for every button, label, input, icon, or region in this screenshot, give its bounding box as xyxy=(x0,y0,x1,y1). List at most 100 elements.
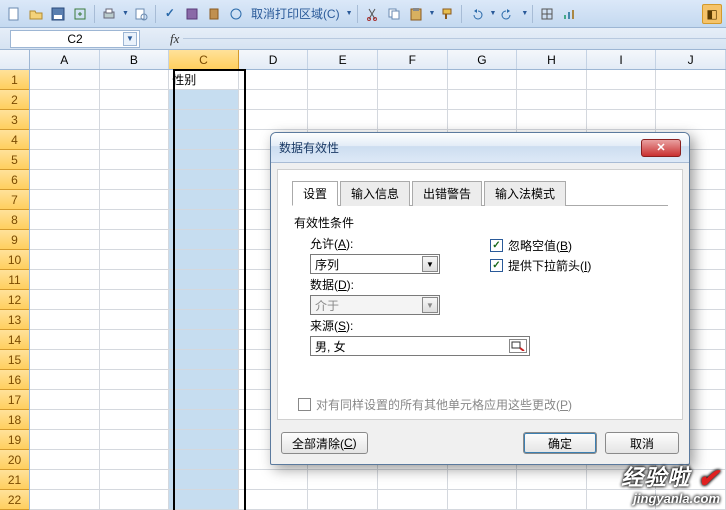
cell[interactable] xyxy=(169,470,239,490)
dropdown-arrow-icon[interactable]: ▼ xyxy=(429,10,436,17)
column-header[interactable]: C xyxy=(169,50,239,69)
new-icon[interactable] xyxy=(4,4,24,24)
copy-icon[interactable] xyxy=(384,4,404,24)
row-header[interactable]: 20 xyxy=(0,450,29,470)
cell[interactable] xyxy=(30,270,100,290)
cell[interactable] xyxy=(100,210,170,230)
dialog-titlebar[interactable]: 数据有效性 ✕ xyxy=(271,133,689,163)
cell[interactable] xyxy=(30,330,100,350)
row-header[interactable]: 4 xyxy=(0,130,29,150)
cell[interactable] xyxy=(169,290,239,310)
chevron-down-icon[interactable]: ▼ xyxy=(422,256,438,272)
cell[interactable] xyxy=(169,430,239,450)
name-box-dropdown-icon[interactable]: ▼ xyxy=(123,32,137,46)
cell[interactable] xyxy=(169,210,239,230)
cell[interactable] xyxy=(169,90,239,110)
cell[interactable] xyxy=(30,370,100,390)
cell[interactable] xyxy=(587,110,657,130)
cell[interactable] xyxy=(517,110,587,130)
row-header[interactable]: 14 xyxy=(0,330,29,350)
dropdown-arrow-icon[interactable]: ▼ xyxy=(346,10,353,17)
open-icon[interactable] xyxy=(26,4,46,24)
toolbar-options-icon[interactable]: ◧ xyxy=(702,4,722,24)
cell[interactable] xyxy=(100,150,170,170)
cell[interactable] xyxy=(656,70,726,90)
cell[interactable] xyxy=(100,490,170,510)
cell[interactable] xyxy=(100,410,170,430)
select-all-corner[interactable] xyxy=(0,50,30,70)
cell[interactable] xyxy=(100,90,170,110)
paste-icon[interactable] xyxy=(406,4,426,24)
cell[interactable] xyxy=(169,390,239,410)
cell[interactable] xyxy=(30,410,100,430)
column-header[interactable]: I xyxy=(587,50,657,69)
cell[interactable] xyxy=(239,110,309,130)
cell[interactable] xyxy=(30,290,100,310)
chart-icon[interactable] xyxy=(559,4,579,24)
cell[interactable] xyxy=(30,90,100,110)
row-header[interactable]: 13 xyxy=(0,310,29,330)
grid-icon[interactable] xyxy=(537,4,557,24)
cancel-button[interactable]: 取消 xyxy=(605,432,679,454)
dropdown-arrow-icon[interactable]: ▼ xyxy=(122,10,129,17)
cell[interactable] xyxy=(378,490,448,510)
thesaurus-icon[interactable] xyxy=(204,4,224,24)
row-header[interactable]: 1 xyxy=(0,70,29,90)
cell[interactable] xyxy=(30,310,100,330)
cell[interactable] xyxy=(100,430,170,450)
row-header[interactable]: 2 xyxy=(0,90,29,110)
row-header[interactable]: 15 xyxy=(0,350,29,370)
allow-combo[interactable]: 序列 ▼ xyxy=(310,254,440,274)
cancel-print-area-button[interactable]: 取消打印区域(C) xyxy=(248,4,343,24)
column-header[interactable]: A xyxy=(30,50,100,69)
row-header[interactable]: 12 xyxy=(0,290,29,310)
cell[interactable] xyxy=(656,90,726,110)
cell[interactable] xyxy=(378,90,448,110)
cell[interactable] xyxy=(30,150,100,170)
cell[interactable] xyxy=(448,470,518,490)
cell[interactable] xyxy=(169,330,239,350)
cell[interactable] xyxy=(169,490,239,510)
cell[interactable] xyxy=(100,190,170,210)
row-header[interactable]: 18 xyxy=(0,410,29,430)
tab-error-alert[interactable]: 出错警告 xyxy=(412,181,482,206)
clear-all-button[interactable]: 全部清除(C) xyxy=(281,432,368,454)
cell[interactable] xyxy=(308,110,378,130)
cell[interactable] xyxy=(448,110,518,130)
cell[interactable] xyxy=(100,450,170,470)
row-header[interactable]: 5 xyxy=(0,150,29,170)
ok-button[interactable]: 确定 xyxy=(523,432,597,454)
row-header[interactable]: 16 xyxy=(0,370,29,390)
cell[interactable] xyxy=(100,230,170,250)
cell[interactable] xyxy=(169,350,239,370)
row-header[interactable]: 6 xyxy=(0,170,29,190)
print-icon[interactable] xyxy=(99,4,119,24)
cell[interactable] xyxy=(169,370,239,390)
row-header[interactable]: 10 xyxy=(0,250,29,270)
ignore-blank-checkbox[interactable]: ✓ xyxy=(490,239,503,252)
translate-icon[interactable] xyxy=(226,4,246,24)
cell[interactable] xyxy=(169,270,239,290)
cut-icon[interactable] xyxy=(362,4,382,24)
cell[interactable] xyxy=(100,270,170,290)
cell[interactable] xyxy=(587,70,657,90)
cell[interactable] xyxy=(30,450,100,470)
cell[interactable] xyxy=(517,470,587,490)
row-header[interactable]: 8 xyxy=(0,210,29,230)
cell[interactable] xyxy=(169,410,239,430)
cell[interactable] xyxy=(587,90,657,110)
cell[interactable] xyxy=(239,490,309,510)
dropdown-arrow-icon[interactable]: ▼ xyxy=(489,10,496,17)
cell[interactable] xyxy=(169,170,239,190)
column-header[interactable]: H xyxy=(517,50,587,69)
cell[interactable] xyxy=(656,110,726,130)
cell[interactable] xyxy=(169,310,239,330)
cell[interactable] xyxy=(169,190,239,210)
name-box[interactable]: C2 ▼ xyxy=(10,30,140,48)
cell[interactable] xyxy=(100,350,170,370)
cell[interactable] xyxy=(30,490,100,510)
cell[interactable] xyxy=(30,390,100,410)
cell[interactable] xyxy=(30,470,100,490)
row-header[interactable]: 19 xyxy=(0,430,29,450)
tab-ime-mode[interactable]: 输入法模式 xyxy=(484,181,566,206)
